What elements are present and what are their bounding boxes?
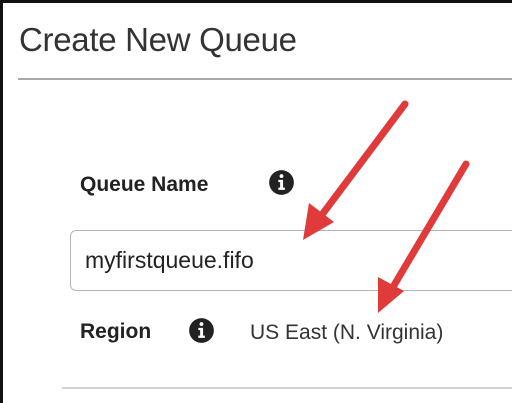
page-title: Create New Queue (19, 21, 297, 58)
queue-name-input[interactable] (70, 230, 512, 291)
queue-name-label: Queue Name (80, 173, 209, 196)
region-value: US East (N. Virginia) (250, 321, 444, 344)
section-divider (62, 387, 512, 389)
region-info-icon[interactable] (188, 317, 215, 344)
queue-name-info-icon[interactable] (268, 169, 295, 196)
create-queue-panel: Create New Queue Queue Name Region US Ea… (0, 0, 512, 403)
title-divider (18, 78, 512, 80)
region-label: Region (80, 320, 152, 343)
red-arrow-to-queue-name (303, 100, 409, 240)
